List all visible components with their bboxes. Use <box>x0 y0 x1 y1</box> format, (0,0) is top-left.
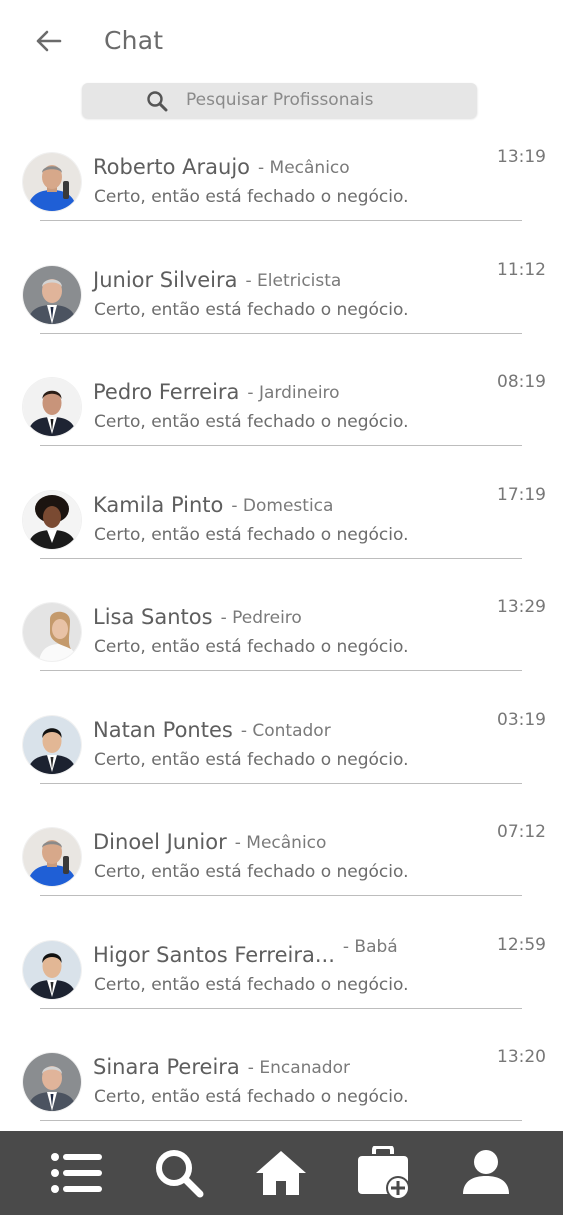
contact-name: Junior Silveira - Eletricista <box>93 267 342 292</box>
avatar <box>23 265 81 324</box>
chat-item[interactable]: Lisa Santos - Pedreiro 13:29 Certo, então… <box>0 590 563 703</box>
message-preview: Certo, então está fechado o negócio. <box>94 187 409 207</box>
avatar <box>23 378 81 436</box>
arrow-left-icon <box>36 30 62 52</box>
message-preview: Certo, então está fechado o negócio. <box>94 299 409 320</box>
avatar <box>23 715 81 774</box>
message-time: 12:59 <box>497 934 546 955</box>
message-time: 03:19 <box>497 709 546 730</box>
search-bar[interactable] <box>82 83 477 118</box>
contact-profession: - Jardineiro <box>247 383 340 403</box>
search-icon <box>147 91 168 112</box>
avatar <box>23 490 81 549</box>
contact-name: Dinoel Junior - Mecânico <box>93 830 327 854</box>
message-preview: Certo, então está fechado o negócio. <box>94 974 409 995</box>
chat-item[interactable]: Dinoel Junior - Mecânico 07:12 Certo, ent… <box>0 815 563 928</box>
message-time: 13:20 <box>497 1047 546 1067</box>
message-time: 13:29 <box>497 597 546 617</box>
contact-profession: - Babá <box>342 936 398 957</box>
message-preview: Certo, então está fechado o negócio. <box>94 637 409 657</box>
home-icon <box>256 1151 307 1195</box>
contact-profession: - Encanador <box>247 1058 350 1078</box>
search-input[interactable] <box>186 87 466 113</box>
contact-name: Lisa Santos - Pedreiro <box>93 605 302 629</box>
list-icon <box>51 1153 103 1193</box>
divider <box>40 1007 522 1009</box>
message-time: 17:19 <box>497 484 546 505</box>
divider <box>40 895 522 896</box>
avatar <box>23 1053 81 1111</box>
message-time: 07:12 <box>497 822 546 842</box>
contact-name: Pedro Ferreira - Jardineiro <box>93 380 340 404</box>
chat-item[interactable]: Higor Santos Ferreira... - Babá 12:59 Cer… <box>0 928 563 1041</box>
divider <box>40 670 522 671</box>
contact-name: Sinara Pereira - Encanador <box>93 1055 350 1079</box>
chat-item[interactable]: Roberto Araujo - Mecânico 13:19 Certo, en… <box>0 140 563 253</box>
divider <box>40 332 522 334</box>
divider <box>40 1120 522 1121</box>
message-preview: Certo, então está fechado o negócio. <box>94 862 409 882</box>
header: Chat <box>0 0 563 80</box>
nav-add-service-button[interactable] <box>354 1143 414 1203</box>
bottom-nav <box>0 1131 563 1215</box>
divider <box>40 557 522 559</box>
avatar <box>23 828 81 886</box>
contact-profession: - Eletricista <box>245 270 342 291</box>
contact-profession: - Mecânico <box>258 158 350 178</box>
message-preview: Certo, então está fechado o negócio. <box>94 524 409 545</box>
message-preview: Certo, então está fechado o negócio. <box>94 412 409 432</box>
chat-item[interactable]: Kamila Pinto - Domestica 17:19 Certo, ent… <box>0 478 563 591</box>
contact-name: Higor Santos Ferreira... - Babá <box>93 936 398 967</box>
divider <box>40 782 522 784</box>
contact-name: Natan Pontes - Contador <box>93 717 331 742</box>
nav-list-button[interactable] <box>47 1143 107 1203</box>
message-time: 13:19 <box>497 147 546 167</box>
divider <box>40 445 522 446</box>
nav-search-button[interactable] <box>149 1143 209 1203</box>
search-icon <box>156 1150 204 1198</box>
contact-profession: - Pedreiro <box>220 608 302 628</box>
avatar <box>23 603 81 661</box>
avatar <box>23 153 81 211</box>
briefcase-add-icon <box>357 1146 410 1200</box>
avatar <box>23 940 81 999</box>
message-time: 11:12 <box>497 259 546 280</box>
chat-item[interactable]: Junior Silveira - Eletricista 11:12 Certo… <box>0 253 563 366</box>
user-icon <box>462 1150 509 1194</box>
message-preview: Certo, então está fechado o negócio. <box>94 749 409 770</box>
contact-profession: - Domestica <box>231 495 334 516</box>
contact-name: Roberto Araujo - Mecânico <box>93 155 350 179</box>
nav-profile-button[interactable] <box>456 1143 516 1203</box>
message-time: 08:19 <box>497 372 546 392</box>
chat-item[interactable]: Natan Pontes - Contador 03:19 Certo, entã… <box>0 703 563 816</box>
chat-item[interactable]: Pedro Ferreira - Jardineiro 08:19 Certo, … <box>0 365 563 478</box>
page-title: Chat <box>104 26 164 55</box>
divider <box>40 220 522 221</box>
back-button[interactable] <box>30 24 66 58</box>
contact-profession: - Contador <box>240 720 331 741</box>
contact-profession: - Mecânico <box>234 833 327 853</box>
nav-home-button[interactable] <box>251 1143 311 1203</box>
message-preview: Certo, então está fechado o negócio. <box>94 1087 409 1107</box>
contact-name: Kamila Pinto - Domestica <box>93 492 334 517</box>
